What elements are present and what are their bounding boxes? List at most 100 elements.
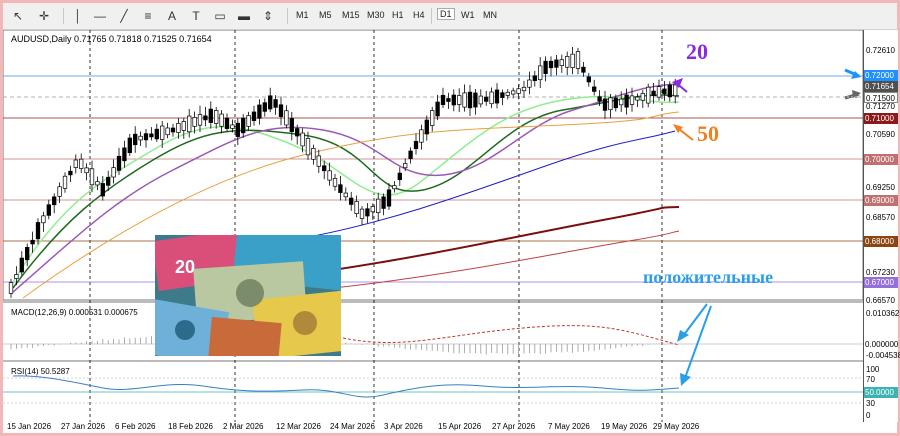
candle-body [570, 53, 575, 68]
candle-body [19, 257, 24, 273]
candle-body [332, 178, 338, 187]
candle-body [154, 128, 159, 140]
candle-body [651, 90, 656, 97]
candle-body [149, 133, 154, 138]
date-label: 27 Apr 2026 [492, 422, 536, 431]
rsi-axis-label: 100 [866, 365, 880, 374]
timeframe-m1[interactable]: M1 [296, 10, 309, 20]
candle-body [230, 124, 235, 129]
timeframe-m5[interactable]: M5 [319, 10, 332, 20]
candle-body [224, 117, 230, 129]
candle-body [79, 158, 84, 169]
rsi-axis-label: 0 [866, 411, 871, 420]
candle-body [278, 104, 284, 117]
cursor-icon[interactable]: ↖ [9, 7, 27, 25]
date-label: 6 Feb 2026 [115, 422, 156, 431]
candle-body [538, 65, 543, 81]
candle-body [300, 132, 305, 147]
date-label: 24 Mar 2026 [330, 422, 375, 431]
candle-body [192, 117, 197, 127]
toolbar-separator [431, 8, 432, 24]
candle-body [219, 113, 224, 127]
candle-body [597, 96, 602, 102]
timeframe-h1[interactable]: H1 [392, 10, 404, 20]
candle-body [640, 93, 645, 101]
timeframe-mn[interactable]: MN [483, 10, 497, 20]
price-chart[interactable] [3, 30, 863, 422]
svg-text:20: 20 [175, 257, 195, 277]
timeframe-h4[interactable]: H4 [413, 10, 425, 20]
candle-body [262, 102, 267, 112]
candle-body [62, 175, 68, 189]
candle-body [349, 197, 354, 205]
candle-body [8, 282, 14, 294]
macd-signal-line [342, 325, 680, 346]
price-tag-0.68000: 0.68000 [864, 236, 898, 247]
price-label: 0.69250 [866, 183, 895, 192]
candle-body [268, 95, 273, 110]
main-panel-border [3, 30, 863, 301]
price-tag-0.72000: 0.72000 [864, 70, 898, 81]
candle-body [122, 147, 127, 162]
shapes-icon[interactable]: ▬ [235, 7, 253, 25]
candle-body [68, 170, 73, 176]
toolbar-separator [63, 8, 64, 24]
timeframe-m15[interactable]: M15 [342, 10, 360, 20]
candle-body [494, 89, 500, 104]
candle-body [543, 60, 548, 74]
rectangle-icon[interactable]: ▭ [211, 7, 229, 25]
candle-body [484, 96, 489, 102]
candle-body [581, 66, 586, 73]
candle-body [354, 201, 359, 215]
time-axis[interactable]: 15 Jan 2026 27 Jan 2026 6 Feb 2026 18 Fe… [3, 422, 897, 433]
candle-body [176, 123, 181, 133]
timeframe-m30[interactable]: M30 [367, 10, 385, 20]
candle-body [241, 117, 246, 134]
fibonacci-icon[interactable]: ≡ [139, 7, 157, 25]
candle-body [478, 95, 483, 105]
candle-body [489, 91, 494, 105]
date-label: 7 May 2026 [548, 422, 590, 431]
candle-body [575, 51, 581, 69]
candle-body [208, 108, 213, 123]
candle-body [386, 189, 392, 207]
ma-200-line [332, 206, 680, 271]
candle-body [392, 185, 397, 190]
date-label: 15 Apr 2026 [438, 422, 482, 431]
candle-body [430, 110, 435, 126]
text-label-icon[interactable]: T [187, 7, 205, 25]
candle-body [554, 59, 559, 68]
candle-body [316, 155, 321, 167]
price-label: 0.66570 [866, 296, 895, 305]
candle-body [95, 181, 100, 186]
terminal-window: ↖ ✛ │ — ╱ ≡ A T ▭ ▬ ⇕ M1 M5 M15 M30 H1 H… [0, 0, 900, 436]
timeframe-w1[interactable]: W1 [461, 10, 475, 20]
candle-body [41, 215, 46, 224]
candle-body [548, 60, 554, 69]
horizontal-line-icon[interactable]: — [91, 7, 109, 25]
date-label: 19 May 2026 [601, 422, 648, 431]
date-label: 27 Jan 2026 [61, 422, 106, 431]
timeframe-d1[interactable]: D1 [437, 8, 455, 20]
date-label: 12 Mar 2026 [276, 422, 321, 431]
trendline-icon[interactable]: ╱ [115, 7, 133, 25]
candle-body [656, 86, 662, 98]
rsi-line [12, 375, 680, 398]
candle-body [516, 88, 521, 94]
date-label: 29 May 2026 [653, 422, 700, 431]
candle-body [359, 208, 365, 219]
candle-body [592, 86, 597, 92]
vertical-line-icon[interactable]: │ [69, 7, 87, 25]
crosshair-icon[interactable]: ✛ [35, 7, 53, 25]
candle-body [14, 274, 19, 279]
candle-body [370, 206, 375, 213]
price-tag-0.71000: 0.71000 [864, 113, 898, 124]
candle-body [284, 110, 289, 126]
arrows-icon[interactable]: ⇕ [259, 7, 277, 25]
candle-body [419, 129, 424, 143]
text-icon[interactable]: A [163, 7, 181, 25]
candle-body [25, 247, 30, 261]
candle-body [327, 170, 332, 181]
price-axis[interactable]: 0.72610 0.72000 0.71654 0.71500 0.71270 … [863, 30, 900, 422]
candle-body [365, 208, 370, 217]
